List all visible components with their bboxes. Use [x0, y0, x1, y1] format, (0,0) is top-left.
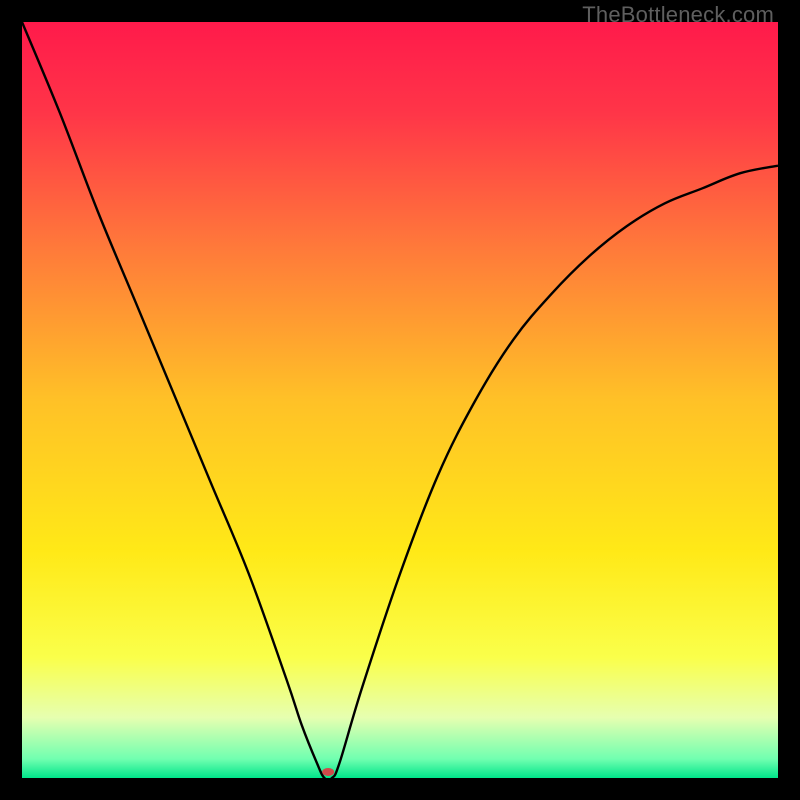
- chart-frame: TheBottleneck.com: [0, 0, 800, 800]
- minimum-marker: [322, 768, 334, 776]
- bottleneck-chart: [22, 22, 778, 778]
- chart-background: [22, 22, 778, 778]
- watermark-text: TheBottleneck.com: [582, 2, 774, 28]
